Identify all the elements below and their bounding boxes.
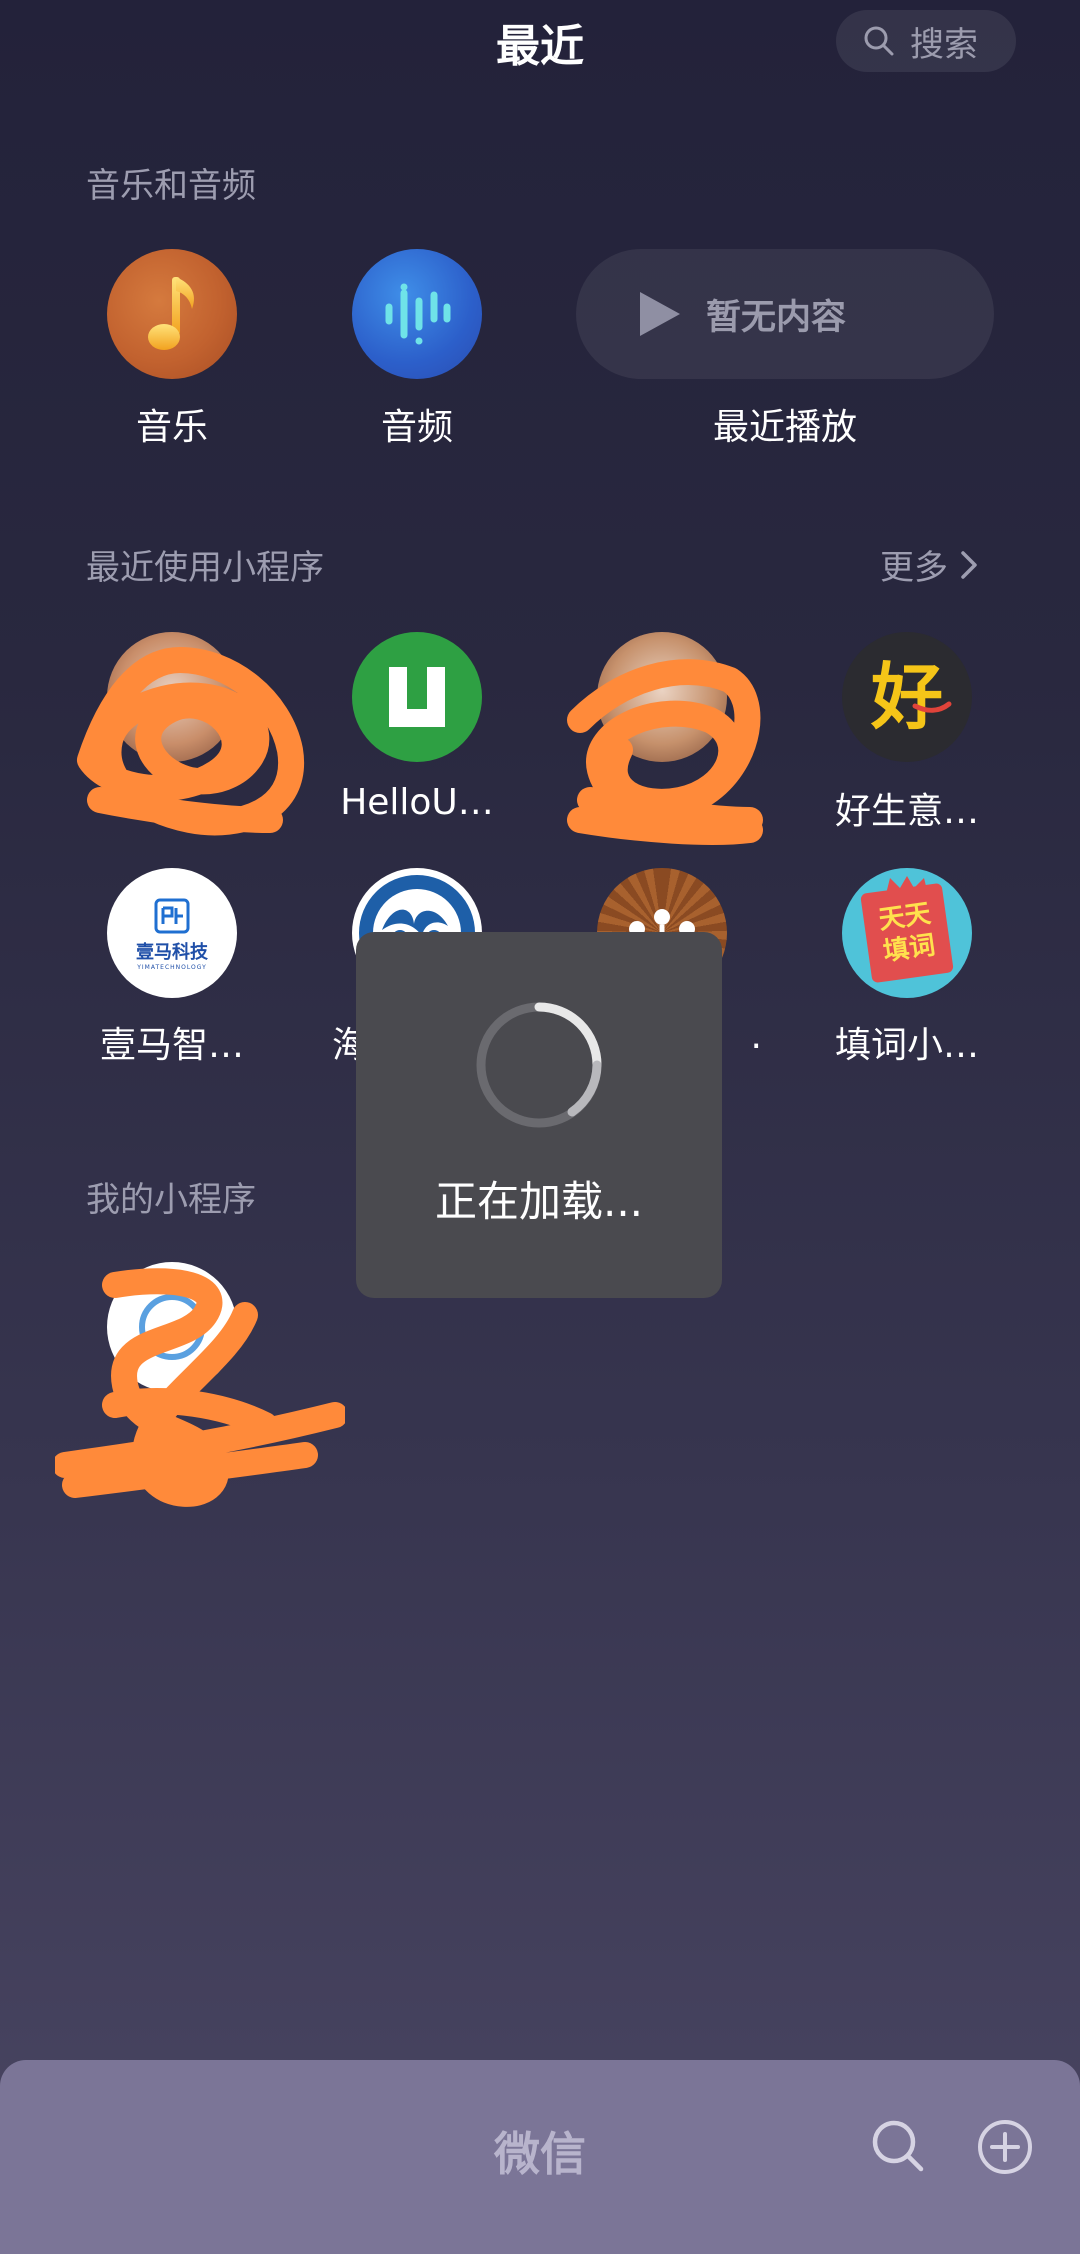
tiantian-text-2: 填词: [881, 930, 938, 968]
hao-logo-icon: 好: [870, 655, 952, 739]
hellou-app-label: HelloU…: [340, 782, 494, 823]
yima-logo-subtext: YIMATECHNOLOGY: [137, 963, 207, 971]
hellou-logo-icon: [389, 667, 445, 727]
play-icon: [640, 292, 680, 336]
music-section-title: 音乐和音频: [86, 166, 256, 206]
tiantian-card: 天天 填词: [860, 882, 954, 984]
yima-app-icon[interactable]: 壹马科技 YIMATECHNOLOGY: [107, 868, 237, 998]
mini-program-icon[interactable]: [107, 632, 237, 762]
more-link[interactable]: 更多: [880, 540, 980, 589]
search-icon: [864, 26, 894, 56]
recent-play-label: 最近播放: [712, 407, 857, 448]
recent-play-button[interactable]: 暂无内容: [576, 249, 994, 379]
haoshengyi-app-label: 好生意…: [834, 791, 979, 832]
search-button[interactable]: 搜索: [836, 10, 1016, 72]
my-mini-program-icon[interactable]: [107, 1262, 237, 1392]
crown-icon: [886, 876, 928, 894]
more-label: 更多: [880, 548, 948, 588]
audio-app-label: 音频: [380, 407, 453, 448]
search-icon[interactable]: [870, 2118, 926, 2174]
svg-text:好: 好: [870, 655, 943, 739]
hellou-app-icon[interactable]: [352, 632, 482, 762]
recent-play-empty-text: 暂无内容: [706, 297, 847, 338]
yima-logo-text: 壹马科技: [136, 941, 208, 963]
mini-program-icon[interactable]: [597, 632, 727, 762]
add-icon[interactable]: [976, 2118, 1034, 2176]
music-app-icon[interactable]: [107, 249, 237, 379]
my-mini-logo-icon: [139, 1294, 205, 1360]
tiantian-app-label: 填词小…: [834, 1025, 979, 1066]
loading-text: 正在加载...: [434, 1177, 644, 1226]
my-mini-section-title: 我的小程序: [86, 1180, 256, 1220]
tiantian-app-icon[interactable]: 天天 填词: [842, 868, 972, 998]
audio-wave-icon: [385, 283, 451, 345]
haoshengyi-app-icon[interactable]: 好: [842, 632, 972, 762]
loading-spinner-icon: [476, 1002, 602, 1128]
loading-toast: 正在加载...: [356, 932, 722, 1298]
search-label: 搜索: [910, 24, 978, 65]
yima-app-label: 壹马智…: [99, 1025, 244, 1066]
audio-app-icon[interactable]: [352, 249, 482, 379]
yima-logo-icon: [154, 898, 190, 933]
music-app-label: 音乐: [135, 407, 208, 448]
recent-mini-section-title: 最近使用小程序: [86, 548, 324, 588]
music-note-icon: [148, 277, 195, 350]
chevron-right-icon: [961, 550, 977, 579]
